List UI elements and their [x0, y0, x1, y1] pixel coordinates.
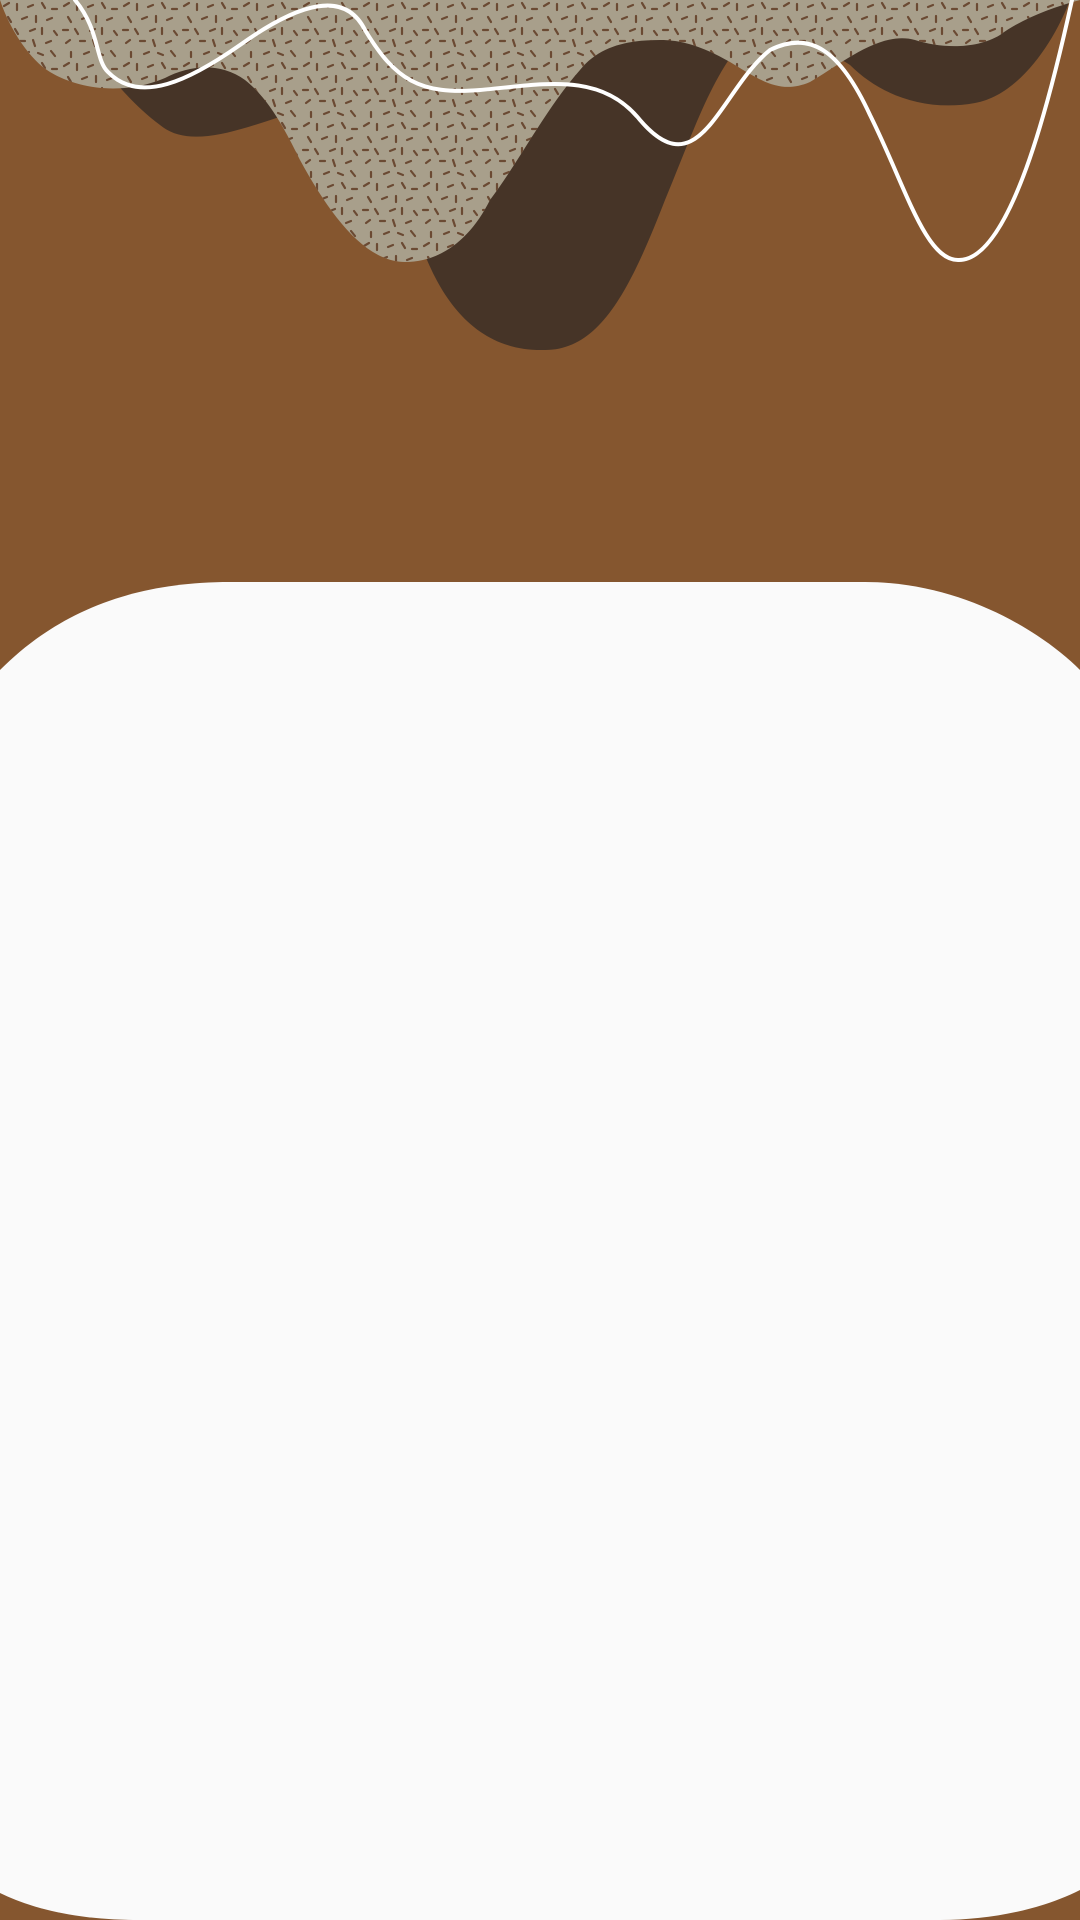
- content-card: [0, 582, 1080, 1920]
- header-illustration: [0, 0, 1080, 1920]
- app-screen: [0, 0, 1080, 1920]
